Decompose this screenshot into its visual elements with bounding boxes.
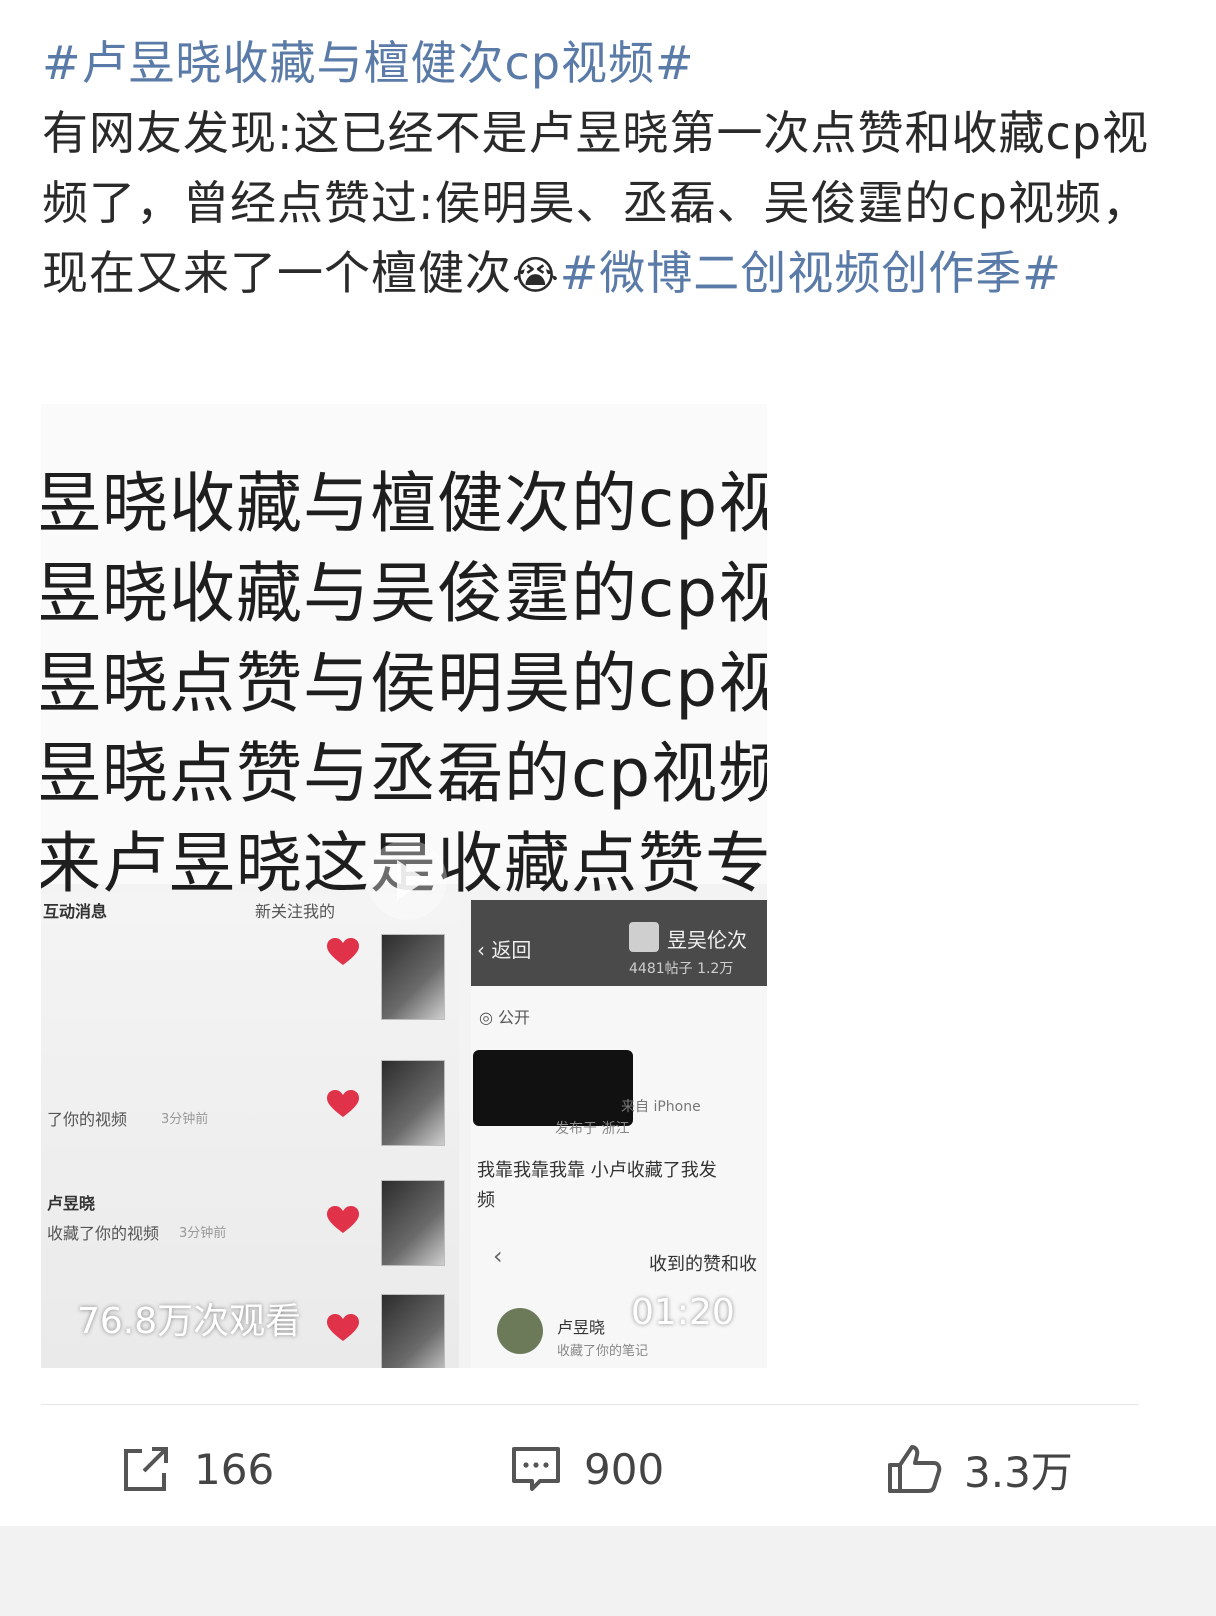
topic-hashtag[interactable]: #卢昱晓收藏与檀健次cp视频#	[42, 36, 695, 90]
divider	[41, 1404, 1138, 1405]
crying-emoji: 😭	[512, 253, 560, 299]
share-icon	[124, 1447, 168, 1491]
caption-line: 昱晓收藏与檀健次的cp视	[41, 465, 767, 542]
user-text: 收藏了你的笔记	[557, 1344, 649, 1359]
like-count: 3.3万	[964, 1447, 1073, 1497]
heart-icon	[327, 938, 359, 965]
play-button[interactable]	[367, 840, 447, 920]
share-count: 166	[194, 1444, 275, 1494]
play-icon	[397, 860, 427, 900]
thumbs-up-icon	[888, 1445, 942, 1493]
visibility-label: ◎ 公开	[479, 1008, 531, 1027]
heart-icon	[327, 1314, 359, 1341]
shot-header-left: 互动消息	[43, 902, 108, 921]
row-time: 3分钟前	[161, 1112, 209, 1127]
shot-header-right: 新关注我的	[255, 902, 336, 921]
video-duration: 01:20	[631, 1292, 735, 1333]
post-device: 来自 iPhone	[621, 1099, 701, 1115]
user-name: 卢昱晓	[557, 1318, 606, 1337]
row-text: 了你的视频	[47, 1110, 128, 1129]
quote-text: 我靠我靠我靠 小卢收藏了我发	[477, 1160, 717, 1181]
video-thumbnail	[381, 934, 445, 1020]
heart-icon	[327, 1206, 359, 1233]
video-thumbnail	[381, 1060, 445, 1146]
creation-hashtag[interactable]: #微博二创视频创作季#	[560, 246, 1062, 300]
row-text: 收藏了你的视频	[47, 1224, 160, 1243]
comment-button[interactable]: 900	[510, 1436, 664, 1502]
nav-title: 收到的赞和收	[649, 1254, 757, 1275]
redacted-block	[473, 1050, 633, 1126]
caption-line: 昱晓点赞与丞磊的cp视频	[41, 735, 767, 812]
video-thumbnail	[381, 1294, 445, 1368]
caption-line: 昱晓点赞与侯明昊的cp视	[41, 645, 767, 722]
account-avatar	[629, 922, 659, 952]
comment-count: 900	[584, 1444, 665, 1494]
nav-back-icon: ‹	[493, 1242, 503, 1270]
quote-text-2: 频	[477, 1190, 495, 1211]
account-name: 昱吴伦次	[667, 928, 747, 952]
caption-line: 昱晓收藏与吴俊霆的cp视	[41, 555, 767, 632]
like-button[interactable]: 3.3万	[886, 1436, 1073, 1502]
post-text: #卢昱晓收藏与檀健次cp视频# 有网友发现:这已经不是卢昱晓第一次点赞和收藏cp…	[42, 28, 1152, 311]
shot-right-header: ‹ 返回 昱吴伦次 4481帖子 1.2万	[471, 900, 767, 986]
video-card[interactable]: 昱晓收藏与檀健次的cp视 昱晓收藏与吴俊霆的cp视 昱晓点赞与侯明昊的cp视 昱…	[41, 404, 767, 1368]
video-caption-area: 昱晓收藏与檀健次的cp视 昱晓收藏与吴俊霆的cp视 昱晓点赞与侯明昊的cp视 昱…	[41, 404, 767, 902]
share-button[interactable]: 166	[120, 1436, 274, 1502]
user-avatar	[497, 1308, 543, 1354]
row-user-name: 卢昱晓	[47, 1194, 96, 1213]
bottom-strip	[0, 1526, 1216, 1616]
heart-icon	[327, 1090, 359, 1117]
view-count: 76.8万次观看	[77, 1301, 302, 1342]
back-label: ‹ 返回	[477, 938, 532, 962]
row-time: 3分钟前	[179, 1226, 227, 1241]
video-thumbnail	[381, 1180, 445, 1266]
post-meta: 发布于 浙江	[555, 1121, 630, 1137]
comment-icon	[512, 1447, 560, 1491]
account-stats: 4481帖子 1.2万	[629, 961, 734, 977]
